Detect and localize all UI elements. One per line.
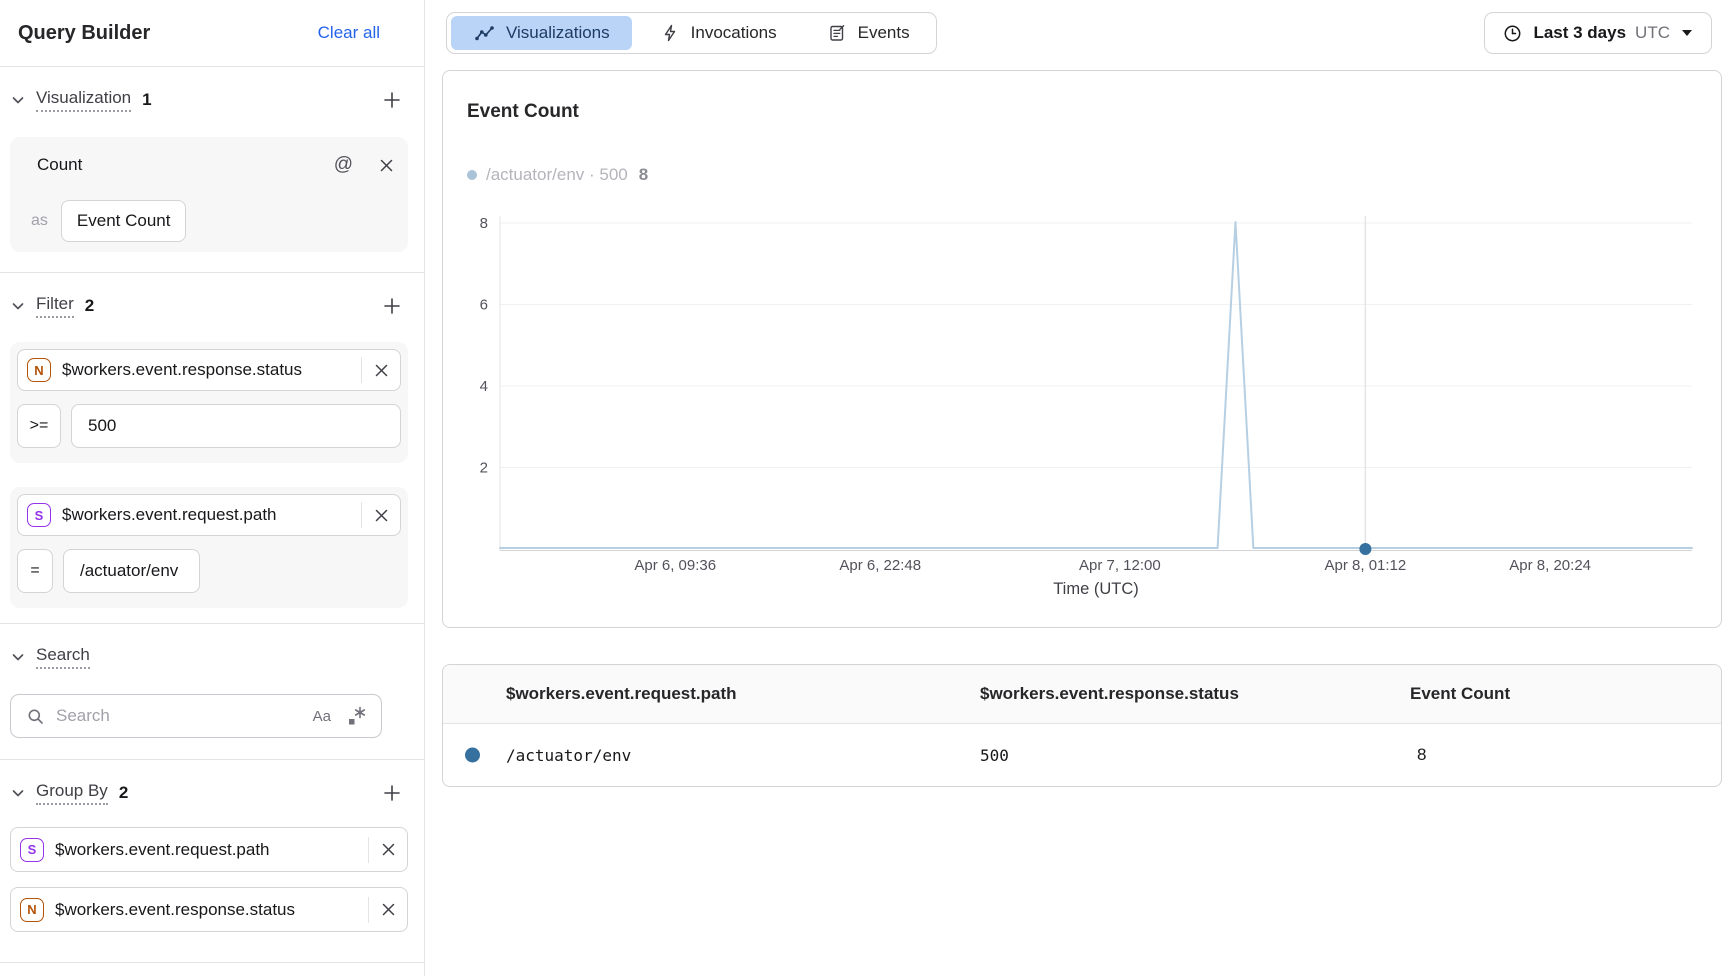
search-input[interactable]: Search Aa [10, 694, 382, 738]
table-row[interactable]: /actuator/env 500 8 [443, 724, 1721, 786]
number-type-badge: N [27, 358, 51, 382]
filter-count: 2 [85, 296, 94, 316]
group-by-field-name: $workers.event.request.path [55, 840, 368, 860]
sidebar-header: Query Builder Clear all [0, 0, 424, 67]
results-table: $workers.event.request.path $workers.eve… [442, 664, 1722, 787]
tab-label: Events [858, 23, 910, 43]
time-range-timezone: UTC [1635, 23, 1670, 43]
lightning-icon [659, 22, 681, 44]
group-by-count: 2 [119, 783, 128, 803]
event-count-chart-card: Event Count /actuator/env · 500 8 2468Ap… [442, 70, 1722, 628]
remove-group-by-button[interactable] [369, 830, 407, 870]
filter-value-input[interactable]: /actuator/env [63, 549, 200, 593]
query-builder-sidebar: Query Builder Clear all Visualization 1 … [0, 0, 425, 976]
caret-down-icon [1679, 27, 1695, 39]
svg-text:Time (UTC): Time (UTC) [1053, 580, 1139, 598]
chevron-down-icon[interactable] [10, 644, 36, 670]
filter-card: N $workers.event.response.status >= 500 [10, 342, 408, 463]
add-group-by-button[interactable] [380, 781, 404, 805]
tab-label: Invocations [691, 23, 777, 43]
add-visualization-button[interactable] [380, 88, 404, 112]
filter-field-selector[interactable]: N $workers.event.response.status [17, 349, 401, 391]
visualization-function: Count [37, 155, 332, 175]
regex-toggle-icon[interactable] [345, 704, 369, 728]
as-label: as [31, 212, 48, 230]
filter-section: Filter 2 N $workers.event.response.statu… [0, 273, 424, 624]
filter-section-label: Filter [36, 294, 74, 318]
match-case-toggle[interactable]: Aa [313, 708, 331, 725]
filter-operator-select[interactable]: >= [17, 404, 61, 448]
chevron-down-icon[interactable] [10, 87, 36, 113]
search-section: Search Search Aa [0, 624, 424, 760]
events-memo-icon [826, 22, 848, 44]
group-by-field[interactable]: N $workers.event.response.status [10, 887, 408, 932]
search-section-header: Search [10, 644, 408, 670]
search-icon [25, 706, 46, 727]
svg-text:Apr 6, 09:36: Apr 6, 09:36 [634, 557, 716, 574]
table-header-row: $workers.event.request.path $workers.eve… [443, 665, 1721, 724]
remove-filter-button[interactable] [362, 495, 400, 535]
visualization-alias-input[interactable]: Event Count [61, 200, 187, 242]
clear-all-button[interactable]: Clear all [318, 23, 380, 43]
string-type-badge: S [27, 503, 51, 527]
cell-request-path: /actuator/env [443, 746, 980, 765]
clock-icon [1501, 22, 1524, 45]
remove-filter-button[interactable] [362, 350, 400, 390]
group-by-section: Group By 2 S $workers.event.request.path… [0, 760, 424, 963]
svg-text:4: 4 [480, 378, 488, 395]
cell-event-count: 8 [1410, 745, 1721, 765]
time-range-selector[interactable]: Last 3 days UTC [1484, 12, 1712, 54]
visualization-card: Count @ as Event Count [10, 137, 408, 252]
tab-events[interactable]: Events [804, 16, 932, 50]
filter-operator-select[interactable]: = [17, 549, 53, 593]
visualization-count: 1 [142, 90, 151, 110]
filter-value-input[interactable]: 500 [71, 404, 401, 448]
svg-text:6: 6 [480, 297, 488, 314]
search-section-label: Search [36, 645, 90, 669]
filter-field-name: $workers.event.response.status [62, 360, 361, 380]
svg-text:Apr 7, 12:00: Apr 7, 12:00 [1079, 557, 1161, 574]
query-builder-app: Query Builder Clear all Visualization 1 … [0, 0, 1726, 976]
chart-line-icon [473, 24, 496, 43]
time-range-label: Last 3 days [1533, 23, 1626, 43]
main-content: Visualizations Invocations Events Last 3… [425, 0, 1726, 976]
filter-section-header: Filter 2 [10, 293, 408, 319]
string-type-badge: S [20, 838, 44, 862]
view-tab-group: Visualizations Invocations Events [446, 12, 937, 54]
group-by-section-header: Group By 2 [10, 780, 408, 806]
tab-label: Visualizations [506, 23, 610, 43]
svg-text:Apr 6, 22:48: Apr 6, 22:48 [839, 557, 921, 574]
page-title: Query Builder [18, 22, 150, 45]
line-chart-plot[interactable]: 2 4 6 8 Apr 6, 09:36 Apr 6, 22:48 Apr 7, 12:00… [443, 71, 1721, 627]
search-placeholder: Search [56, 706, 313, 726]
chevron-down-icon[interactable] [10, 780, 36, 806]
filter-field-selector[interactable]: S $workers.event.request.path [17, 494, 401, 536]
remove-group-by-button[interactable] [369, 890, 407, 930]
svg-text:Apr 8, 20:24: Apr 8, 20:24 [1509, 557, 1591, 574]
remove-visualization-button[interactable] [377, 156, 396, 175]
visualization-section-header: Visualization 1 [10, 87, 408, 113]
svg-text:8: 8 [480, 215, 488, 232]
filter-card: S $workers.event.request.path = /actuato… [10, 487, 408, 608]
visualization-section-label: Visualization [36, 88, 131, 112]
cell-response-status: 500 [980, 746, 1410, 765]
at-sign-icon[interactable]: @ [332, 152, 355, 178]
column-header: $workers.event.response.status [980, 684, 1410, 704]
svg-text:Apr 8, 01:12: Apr 8, 01:12 [1325, 557, 1407, 574]
tab-invocations[interactable]: Invocations [637, 16, 799, 50]
column-header: $workers.event.request.path [443, 684, 980, 704]
tab-visualizations[interactable]: Visualizations [451, 16, 632, 50]
group-by-field-name: $workers.event.response.status [55, 900, 368, 920]
visualization-section: Visualization 1 Count @ as Event Count [0, 67, 424, 273]
series-color-dot [465, 748, 480, 763]
svg-text:2: 2 [480, 460, 488, 477]
add-filter-button[interactable] [380, 294, 404, 318]
chevron-down-icon[interactable] [10, 293, 36, 319]
group-by-section-label: Group By [36, 781, 108, 805]
column-header: Event Count [1410, 684, 1721, 704]
filter-field-name: $workers.event.request.path [62, 505, 361, 525]
group-by-field[interactable]: S $workers.event.request.path [10, 827, 408, 872]
number-type-badge: N [20, 898, 44, 922]
